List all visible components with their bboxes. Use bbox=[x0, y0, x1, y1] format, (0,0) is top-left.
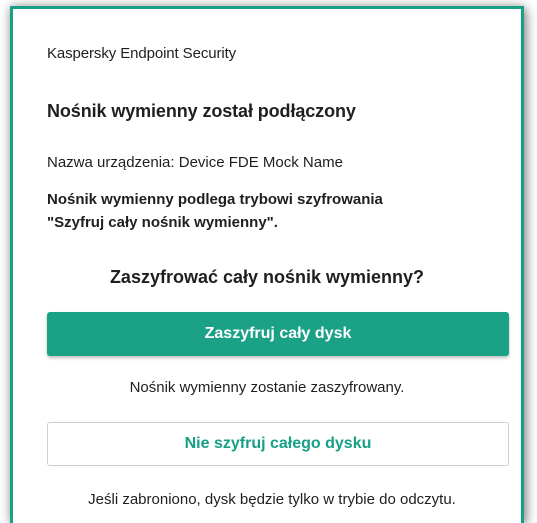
do-not-encrypt-button[interactable]: Nie szyfruj całego dysku bbox=[47, 422, 509, 466]
notification-window: Kaspersky Endpoint Security Nośnik wymie… bbox=[10, 6, 524, 523]
encrypt-whole-disk-button[interactable]: Zaszyfruj cały dysk bbox=[47, 312, 509, 356]
encryption-policy-text: Nośnik wymienny podlega trybowi szyfrowa… bbox=[47, 188, 507, 234]
policy-text-line-1: Nośnik wymienny podlega trybowi szyfrowa… bbox=[47, 191, 383, 208]
encrypt-note: Nośnik wymienny zostanie zaszyfrowany. bbox=[129, 379, 405, 396]
encrypt-whole-disk-button-label: Zaszyfruj cały dysk bbox=[204, 325, 352, 342]
read-only-note: Jeśli zabroniono, dysk będzie tylko w tr… bbox=[88, 491, 456, 508]
dialog-heading: Nośnik wymienny został podłączony bbox=[47, 101, 356, 121]
encrypt-question: Zaszyfrować cały nośnik wymienny? bbox=[109, 267, 425, 287]
screen: Kaspersky Endpoint Security Nośnik wymie… bbox=[0, 0, 537, 523]
do-not-encrypt-button-label: Nie szyfruj całego dysku bbox=[184, 435, 372, 452]
device-name-text: Nazwa urządzenia: Device FDE Mock Name bbox=[47, 154, 343, 171]
policy-text-line-2: "Szyfruj cały nośnik wymienny". bbox=[47, 214, 278, 231]
app-title: Kaspersky Endpoint Security bbox=[47, 45, 237, 62]
